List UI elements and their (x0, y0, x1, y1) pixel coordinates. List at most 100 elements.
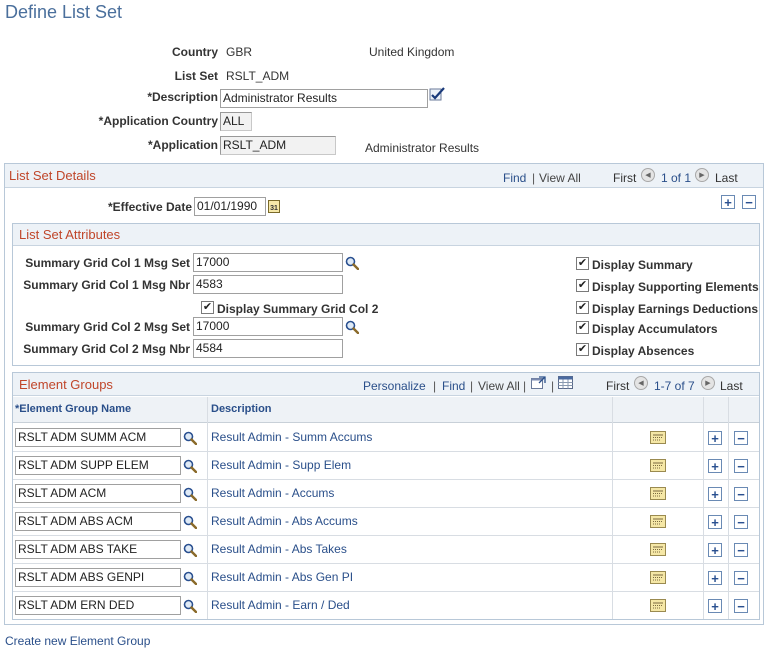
description-input[interactable]: Administrator Results (220, 89, 428, 108)
element-group-name-input[interactable]: RSLT ADM SUPP ELEM (15, 456, 181, 475)
delete-row-button[interactable]: − (734, 459, 748, 473)
element-group-name-input[interactable]: RSLT ADM ACM (15, 484, 181, 503)
display-absences-checkbox[interactable]: ✔ (576, 343, 589, 356)
element-group-lookup-icon[interactable] (183, 599, 197, 613)
element-group-lookup-icon[interactable] (183, 543, 197, 557)
element-group-lookup-icon[interactable] (183, 515, 197, 529)
details-view-all-link[interactable]: View All (539, 171, 581, 185)
details-add-row-button[interactable]: + (721, 195, 735, 209)
col1-msg-nbr-input[interactable]: 4583 (193, 275, 343, 294)
element-group-name-input[interactable]: RSLT ADM ABS TAKE (15, 540, 181, 559)
element-groups-title: Element Groups (19, 377, 113, 392)
list-set-value: RSLT_ADM (226, 69, 290, 83)
application-input[interactable]: RSLT_ADM (220, 136, 336, 155)
col-header-description[interactable]: Description (211, 403, 272, 415)
element-group-name-input[interactable]: RSLT ADM ABS GENPI (15, 568, 181, 587)
delete-row-button[interactable]: − (734, 487, 748, 501)
display-earnings-deductions-label: Display Earnings Deductions (592, 302, 759, 316)
element-group-description-link[interactable]: Result Admin - Summ Accums (211, 430, 372, 444)
delete-row-button[interactable]: − (734, 571, 748, 585)
element-group-description-link[interactable]: Result Admin - Supp Elem (211, 458, 351, 472)
list-set-attributes-title: List Set Attributes (19, 227, 121, 242)
eg-first-label: First (606, 379, 630, 393)
list-set-label: List Set (174, 69, 218, 83)
col2-msg-set-label: Summary Grid Col 2 Msg Set (25, 320, 190, 334)
details-note-icon[interactable] (650, 487, 666, 500)
col2-msg-nbr-input[interactable]: 4584 (193, 339, 343, 358)
calendar-icon[interactable]: 31 (268, 200, 280, 213)
display-earnings-deductions-checkbox[interactable]: ✔ (576, 301, 589, 314)
element-group-description-link[interactable]: Result Admin - Abs Accums (211, 514, 358, 528)
details-note-icon[interactable] (650, 515, 666, 528)
effective-date-input[interactable]: 01/01/1990 (194, 197, 266, 216)
element-group-description-link[interactable]: Result Admin - Abs Gen PI (211, 570, 353, 584)
eg-separator-1: | (433, 379, 437, 393)
details-note-icon[interactable] (650, 459, 666, 472)
details-separator: | (532, 171, 536, 185)
element-group-description-link[interactable]: Result Admin - Accums (211, 486, 334, 500)
add-row-button[interactable]: + (708, 487, 722, 501)
col1-msg-set-input[interactable]: 17000 (193, 253, 343, 272)
details-note-icon[interactable] (650, 571, 666, 584)
display-col2-label: Display Summary Grid Col 2 (217, 302, 379, 316)
element-group-lookup-icon[interactable] (183, 431, 197, 445)
display-summary-checkbox[interactable]: ✔ (576, 257, 589, 270)
add-row-button[interactable]: + (708, 431, 722, 445)
personalize-link[interactable]: Personalize (363, 379, 426, 393)
eg-separator-4: | (551, 379, 555, 393)
element-group-name-input[interactable]: RSLT ADM ABS ACM (15, 512, 181, 531)
create-element-group-link[interactable]: Create new Element Group (5, 634, 150, 648)
display-supporting-elements-checkbox[interactable]: ✔ (576, 279, 589, 292)
details-delete-row-button[interactable]: − (742, 195, 756, 209)
col2-msg-set-input[interactable]: 17000 (193, 317, 343, 336)
details-note-icon[interactable] (650, 599, 666, 612)
eg-find-link[interactable]: Find (442, 379, 465, 393)
details-note-icon[interactable] (650, 543, 666, 556)
display-accumulators-label: Display Accumulators (592, 322, 718, 336)
element-group-lookup-icon[interactable] (183, 571, 197, 585)
download-spreadsheet-icon[interactable] (558, 376, 573, 389)
add-row-button[interactable]: + (708, 459, 722, 473)
col2-msg-set-lookup-icon[interactable] (345, 320, 359, 334)
delete-row-button[interactable]: − (734, 599, 748, 613)
element-group-description-link[interactable]: Result Admin - Abs Takes (211, 542, 347, 556)
description-label: *Description (147, 90, 218, 104)
add-row-button[interactable]: + (708, 599, 722, 613)
add-row-button[interactable]: + (708, 515, 722, 529)
display-col2-checkbox[interactable]: ✔ (201, 301, 214, 314)
country-label: Country (172, 45, 218, 59)
display-accumulators-checkbox[interactable]: ✔ (576, 321, 589, 334)
eg-next-icon[interactable]: ▶ (701, 376, 715, 390)
details-next-icon[interactable]: ▶ (695, 168, 709, 182)
country-name: United Kingdom (369, 45, 455, 59)
delete-row-button[interactable]: − (734, 431, 748, 445)
details-range: 1 of 1 (661, 171, 692, 185)
element-group-name-input[interactable]: RSLT ADM ERN DED (15, 596, 181, 615)
add-row-button[interactable]: + (708, 543, 722, 557)
country-code: GBR (226, 45, 253, 59)
details-prev-icon[interactable]: ◀ (641, 168, 655, 182)
details-find-link[interactable]: Find (503, 171, 526, 185)
application-country-input[interactable]: ALL (220, 112, 252, 131)
add-row-button[interactable]: + (708, 571, 722, 585)
details-note-icon[interactable] (650, 431, 666, 444)
col1-msg-set-lookup-icon[interactable] (345, 256, 359, 270)
spellcheck-icon[interactable] (429, 86, 447, 102)
delete-row-button[interactable]: − (734, 515, 748, 529)
col2-msg-nbr-label: Summary Grid Col 2 Msg Nbr (23, 342, 190, 356)
display-summary-label: Display Summary (592, 258, 693, 272)
element-group-lookup-icon[interactable] (183, 487, 197, 501)
details-first-label: First (613, 171, 637, 185)
delete-row-button[interactable]: − (734, 543, 748, 557)
eg-last-label: Last (720, 379, 743, 393)
element-group-name-input[interactable]: RSLT ADM SUMM ACM (15, 428, 181, 447)
application-label: *Application (147, 138, 218, 152)
eg-range: 1-7 of 7 (654, 379, 695, 393)
new-window-icon[interactable] (531, 376, 546, 389)
eg-view-all-link[interactable]: View All (478, 379, 520, 393)
element-group-lookup-icon[interactable] (183, 459, 197, 473)
display-absences-label: Display Absences (592, 344, 695, 358)
eg-prev-icon[interactable]: ◀ (634, 376, 648, 390)
element-group-description-link[interactable]: Result Admin - Earn / Ded (211, 598, 350, 612)
col-header-element-group-name[interactable]: *Element Group Name (15, 403, 131, 415)
